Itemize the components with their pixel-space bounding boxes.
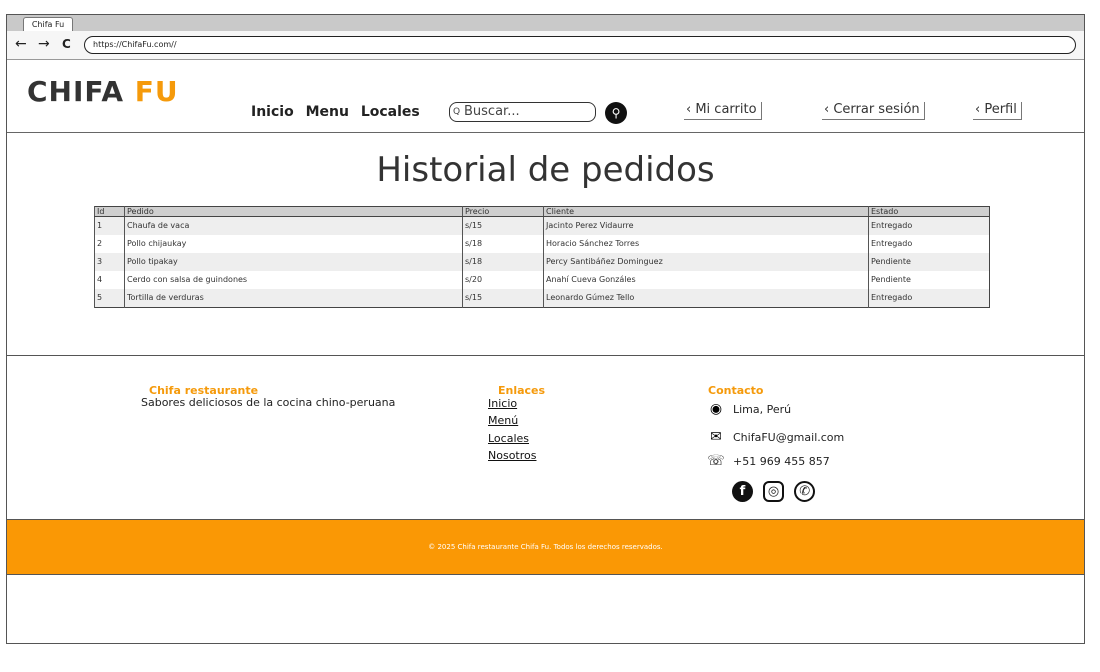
browser-toolbar: ← → C https://ChifaFu.com// — [7, 31, 1084, 60]
cell-id: 1 — [94, 216, 125, 235]
search-input[interactable]: Q Buscar... — [449, 102, 596, 122]
table-row[interactable]: 2 Pollo chijaukay s/18 Horacio Sánchez T… — [94, 235, 990, 253]
phone-icon: ☏ — [707, 453, 725, 469]
footer-link-nosotros[interactable]: Nosotros — [488, 449, 536, 462]
search-icon: ⚲ — [611, 106, 621, 120]
cell-estado: Pendiente — [868, 271, 990, 289]
table-row[interactable]: 1 Chaufa de vaca s/15 Jacinto Perez Vida… — [94, 216, 990, 235]
cell-precio: s/18 — [462, 253, 544, 271]
cell-cliente: Jacinto Perez Vidaurre — [543, 216, 869, 235]
main-nav: Inicio Menu Locales — [251, 104, 427, 120]
cell-id: 5 — [94, 289, 125, 308]
footer-links-title: Enlaces — [498, 384, 546, 397]
cell-precio: s/15 — [462, 216, 544, 235]
col-id: Id — [94, 206, 125, 217]
cell-estado: Entregado — [868, 235, 990, 253]
search-button[interactable]: ⚲ — [605, 102, 627, 124]
table-row[interactable]: 4 Cerdo con salsa de guindones s/20 Anah… — [94, 271, 990, 289]
orders-table: Id Pedido Precio Cliente Estado 1 Chaufa… — [94, 206, 990, 308]
contact-email-text: ChifaFU@gmail.com — [733, 431, 845, 444]
social-icons: f ◎ ✆ — [732, 480, 820, 502]
search-small-icon: Q — [453, 107, 461, 117]
instagram-icon[interactable]: ◎ — [763, 481, 785, 502]
cell-cliente: Percy Santibáñez Dominguez — [543, 253, 869, 271]
site-footer: Chifa restaurante Sabores deliciosos de … — [7, 355, 1084, 519]
cell-id: 3 — [94, 253, 125, 271]
contact-phone-text: +51 969 455 857 — [733, 455, 830, 468]
logo[interactable]: CHIFA FU — [27, 75, 179, 108]
cell-pedido: Pollo tipakay — [124, 253, 463, 271]
address-bar[interactable]: https://ChifaFu.com// — [84, 36, 1076, 54]
table-row[interactable]: 5 Tortilla de verduras s/15 Leonardo Gúm… — [94, 289, 990, 308]
contact-location-text: Lima, Perú — [733, 403, 792, 416]
profile-link[interactable]: ‹ Perfil — [973, 102, 1022, 120]
cell-estado: Pendiente — [868, 253, 990, 271]
cell-id: 4 — [94, 271, 125, 289]
logout-link[interactable]: ‹ Cerrar sesión — [822, 102, 925, 120]
nav-inicio[interactable]: Inicio — [251, 104, 294, 120]
facebook-icon[interactable]: f — [732, 481, 753, 502]
copyright-bar: © 2025 Chifa restaurante Chifa Fu. Todos… — [7, 519, 1084, 575]
col-estado: Estado — [868, 206, 990, 217]
copyright-text: © 2025 Chifa restaurante Chifa Fu. Todos… — [428, 543, 663, 551]
footer-contact-title: Contacto — [708, 384, 764, 397]
site-header: CHIFA FU Inicio Menu Locales Q Buscar...… — [7, 61, 1084, 133]
col-cliente: Cliente — [543, 206, 869, 217]
back-icon[interactable]: ← — [15, 37, 27, 51]
cell-estado: Entregado — [868, 289, 990, 308]
whatsapp-icon[interactable]: ✆ — [794, 481, 816, 502]
cart-link[interactable]: ‹ Mi carrito — [684, 102, 762, 120]
nav-menu[interactable]: Menu — [306, 104, 349, 120]
cell-precio: s/15 — [462, 289, 544, 308]
cell-pedido: Chaufa de vaca — [124, 216, 463, 235]
footer-link-inicio[interactable]: Inicio — [488, 397, 517, 410]
nav-locales[interactable]: Locales — [361, 104, 420, 120]
footer-link-locales[interactable]: Locales — [488, 432, 529, 445]
footer-link-menu[interactable]: Menú — [488, 414, 518, 427]
cell-pedido: Pollo chijaukay — [124, 235, 463, 253]
cell-precio: s/18 — [462, 235, 544, 253]
search-placeholder: Buscar... — [464, 104, 520, 119]
table-row[interactable]: 3 Pollo tipakay s/18 Percy Santibáñez Do… — [94, 253, 990, 271]
browser-tab[interactable]: Chifa Fu — [23, 17, 73, 31]
col-precio: Precio — [462, 206, 544, 217]
browser-window: Chifa Fu ← → C https://ChifaFu.com// CHI… — [6, 14, 1085, 644]
contact-email: ✉ ChifaFU@gmail.com — [707, 429, 844, 445]
cell-precio: s/20 — [462, 271, 544, 289]
reload-icon[interactable]: C — [62, 37, 71, 51]
logo-main: CHIFA — [27, 75, 124, 108]
contact-phone: ☏ +51 969 455 857 — [707, 453, 830, 469]
cell-id: 2 — [94, 235, 125, 253]
cell-cliente: Leonardo Gúmez Tello — [543, 289, 869, 308]
cell-cliente: Anahí Cueva Gonzáles — [543, 271, 869, 289]
title-bar: Chifa Fu — [7, 15, 1084, 31]
contact-location: ◉ Lima, Perú — [707, 401, 791, 417]
cell-pedido: Cerdo con salsa de guindones — [124, 271, 463, 289]
cell-cliente: Horacio Sánchez Torres — [543, 235, 869, 253]
location-pin-icon: ◉ — [709, 401, 723, 417]
page-title: Historial de pedidos — [376, 150, 715, 190]
footer-brand-desc: Sabores deliciosos de la cocina chino-pe… — [141, 396, 396, 409]
logo-accent: FU — [134, 75, 179, 108]
cell-pedido: Tortilla de verduras — [124, 289, 463, 308]
envelope-icon: ✉ — [710, 429, 722, 445]
col-pedido: Pedido — [124, 206, 463, 217]
cell-estado: Entregado — [868, 216, 990, 235]
forward-icon[interactable]: → — [38, 37, 50, 51]
table-header-row: Id Pedido Precio Cliente Estado — [94, 206, 990, 217]
